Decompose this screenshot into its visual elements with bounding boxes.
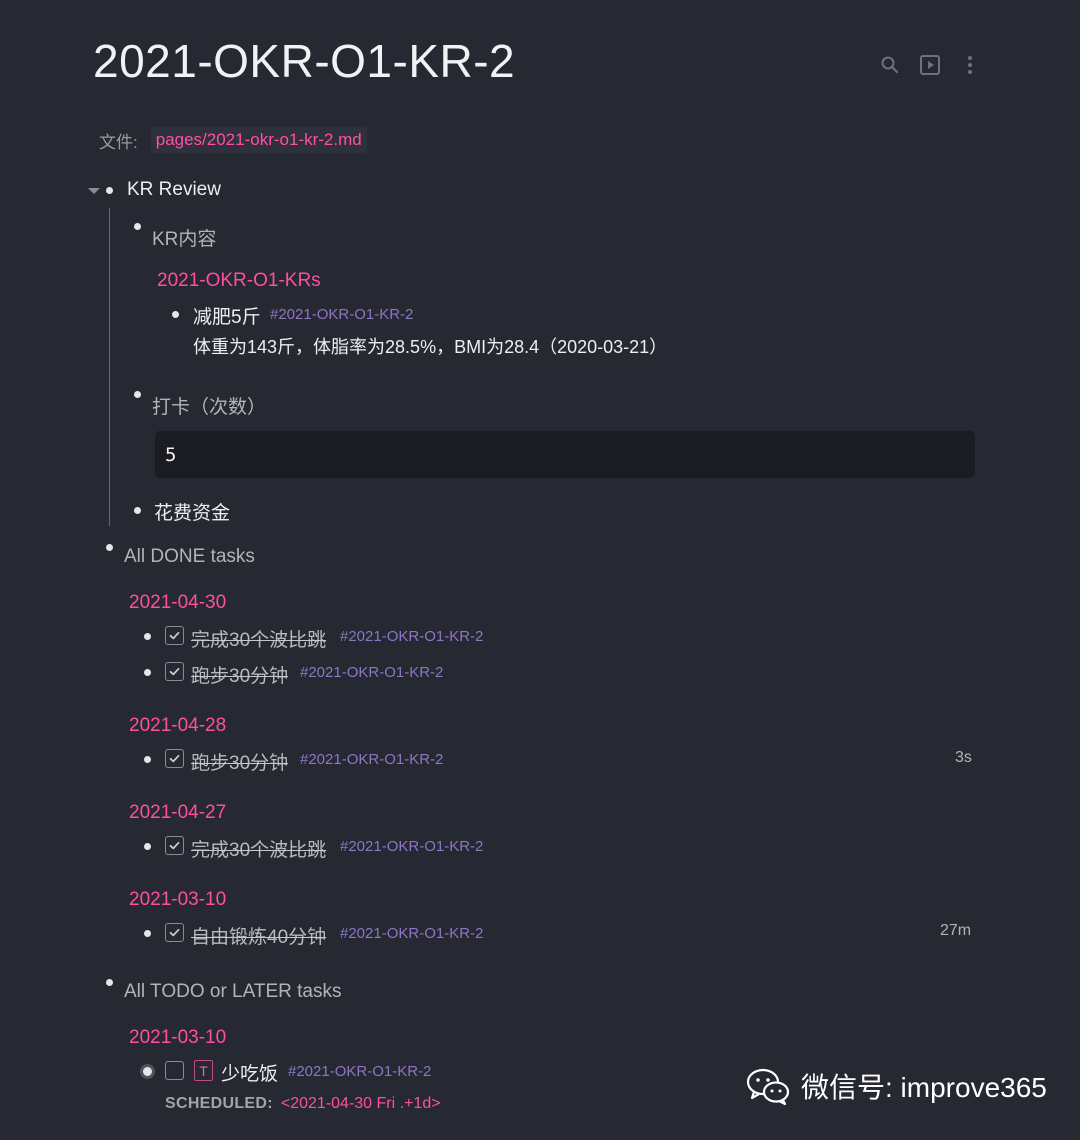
block-cost[interactable]: 花费资金: [154, 498, 230, 525]
file-path-link[interactable]: pages/2021-okr-o1-kr-2.md: [150, 127, 367, 153]
page-title: 2021-OKR-O1-KR-2: [93, 35, 516, 87]
block-bullet[interactable]: [144, 633, 151, 640]
query-result-value: 5: [165, 444, 177, 466]
task-checkbox[interactable]: [165, 836, 184, 855]
tag-link[interactable]: #2021-OKR-O1-KR-2: [340, 838, 483, 855]
block-kr-content[interactable]: KR内容: [152, 224, 216, 251]
task-marker-badge[interactable]: T: [194, 1060, 213, 1081]
scheduled-row: SCHEDULED: <2021-04-30 Fri .+1d>: [165, 1095, 441, 1113]
block-bullet[interactable]: [172, 311, 179, 318]
task-text[interactable]: 少吃饭: [221, 1059, 278, 1086]
task-checkbox[interactable]: [165, 923, 184, 942]
check-icon: [169, 928, 180, 937]
block-done-query[interactable]: All DONE tasks: [124, 546, 255, 568]
page-toolbar: [878, 52, 982, 78]
collapse-arrow-icon[interactable]: [88, 188, 100, 194]
block-bullet[interactable]: [144, 843, 151, 850]
task-checkbox[interactable]: [165, 662, 184, 681]
task-duration: 27m: [940, 922, 972, 939]
block-todo-query[interactable]: All TODO or LATER tasks: [124, 981, 342, 1003]
wechat-icon: [746, 1068, 790, 1106]
date-link[interactable]: 2021-04-27: [129, 802, 226, 824]
kr-item-detail: 体重为143斤，体脂率为28.5%，BMI为28.4（2020-03-21）: [193, 337, 668, 357]
watermark-text: 微信号: improve365: [801, 1072, 1047, 1103]
block-bullet[interactable]: [106, 544, 113, 551]
block-bullet[interactable]: [106, 979, 113, 986]
presentation-button[interactable]: [918, 52, 942, 78]
block-bullet[interactable]: [134, 391, 141, 398]
task-checkbox[interactable]: [165, 749, 184, 768]
block-kr-review[interactable]: KR Review: [127, 179, 221, 201]
block-bullet[interactable]: [106, 187, 113, 194]
file-label: 文件:: [99, 132, 138, 152]
block-bullet[interactable]: [144, 930, 151, 937]
date-link[interactable]: 2021-04-30: [129, 592, 226, 614]
check-icon: [169, 754, 180, 763]
more-button[interactable]: [958, 52, 982, 78]
scheduled-label: SCHEDULED:: [165, 1095, 273, 1112]
tag-link[interactable]: #2021-OKR-O1-KR-2: [300, 751, 443, 768]
task-text[interactable]: 自由锻炼40分钟: [191, 922, 326, 949]
play-icon: [920, 55, 940, 75]
kr-item-title[interactable]: 减肥5斤: [193, 302, 261, 329]
block-bullet[interactable]: [134, 223, 141, 230]
block-bullet[interactable]: [143, 1067, 152, 1076]
date-link[interactable]: 2021-03-10: [129, 889, 226, 911]
check-icon: [169, 631, 180, 640]
block-bullet[interactable]: [134, 507, 141, 514]
task-text[interactable]: 跑步30分钟: [191, 661, 288, 688]
task-text[interactable]: 完成30个波比跳: [191, 835, 326, 862]
search-icon: [881, 56, 899, 74]
task-duration: 3s: [955, 749, 972, 766]
children-guide-line[interactable]: [109, 208, 110, 526]
task-text[interactable]: 跑步30分钟: [191, 748, 288, 775]
tag-link[interactable]: #2021-OKR-O1-KR-2: [300, 664, 443, 681]
query-result-box: [155, 431, 975, 478]
file-row: 文件: pages/2021-okr-o1-kr-2.md: [99, 127, 367, 153]
tag-link[interactable]: #2021-OKR-O1-KR-2: [270, 306, 413, 323]
search-button[interactable]: [878, 52, 902, 78]
date-link[interactable]: 2021-04-28: [129, 715, 226, 737]
tag-link[interactable]: #2021-OKR-O1-KR-2: [340, 628, 483, 645]
more-vertical-icon: [968, 56, 972, 74]
scheduled-date[interactable]: <2021-04-30 Fri .+1d>: [281, 1095, 441, 1113]
block-bullet[interactable]: [144, 669, 151, 676]
date-link[interactable]: 2021-03-10: [129, 1027, 226, 1049]
tag-link[interactable]: #2021-OKR-O1-KR-2: [340, 925, 483, 942]
query-title-link[interactable]: 2021-OKR-O1-KRs: [157, 270, 321, 292]
block-bullet[interactable]: [144, 756, 151, 763]
check-icon: [169, 841, 180, 850]
tag-link[interactable]: #2021-OKR-O1-KR-2: [288, 1063, 431, 1080]
wechat-watermark: 微信号: improve365: [745, 1066, 1047, 1106]
block-checkins[interactable]: 打卡（次数）: [152, 392, 266, 419]
task-checkbox[interactable]: [165, 626, 184, 645]
task-text[interactable]: 完成30个波比跳: [191, 625, 326, 652]
task-checkbox[interactable]: [165, 1061, 184, 1080]
check-icon: [169, 667, 180, 676]
